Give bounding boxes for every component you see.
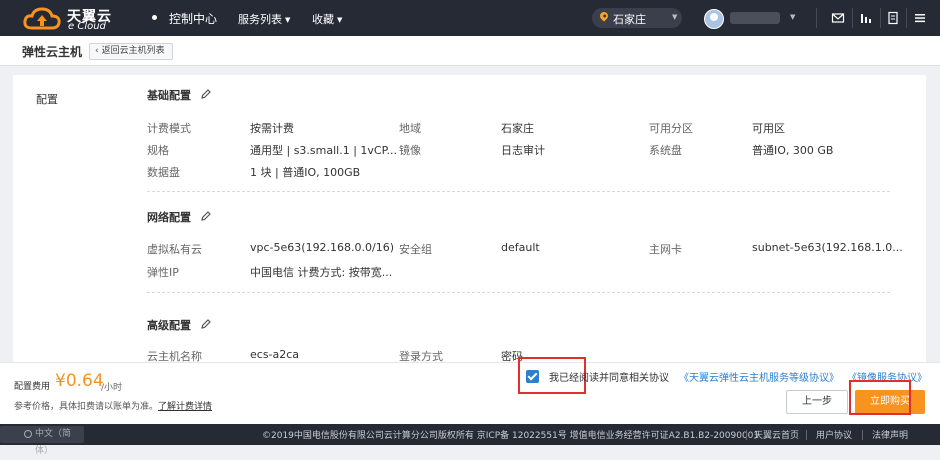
- edit-pencil-icon[interactable]: [200, 318, 212, 330]
- page-title: 弹性云主机: [22, 45, 83, 59]
- site-footer: 中文（简体） ©2019中国电信股份有限公司云计算分公司版权所有 京ICP备 1…: [0, 424, 940, 456]
- footer-link-user-agreement[interactable]: 用户协议: [816, 428, 852, 441]
- section-divider: [147, 191, 890, 192]
- footer-divider: [862, 430, 863, 440]
- hamburger-menu-icon[interactable]: [913, 11, 927, 25]
- toolbar-divider: [906, 8, 907, 28]
- section-divider: [147, 292, 890, 293]
- field-key: 地域: [399, 122, 421, 135]
- field-value: 可用区: [752, 122, 785, 135]
- field-key: 云主机名称: [147, 350, 202, 362]
- field-value: 按需计费: [250, 122, 294, 135]
- mail-icon[interactable]: [831, 11, 845, 25]
- field-key: 可用分区: [649, 122, 693, 135]
- chevron-left-icon: ‹: [95, 46, 99, 56]
- toolbar-divider: [852, 8, 853, 28]
- document-icon[interactable]: [886, 11, 900, 25]
- back-to-list-button[interactable]: ‹ 返回云主机列表: [89, 43, 173, 60]
- field-key: 登录方式: [399, 350, 443, 362]
- config-label: 配置: [36, 93, 58, 106]
- nav-dot-separator: [152, 15, 157, 20]
- nav-control-center[interactable]: 控制中心: [169, 10, 217, 27]
- nav-favorites[interactable]: 收藏 ▼: [312, 11, 342, 27]
- highlight-annotation-box: [849, 380, 911, 415]
- footer-link-legal[interactable]: 法律声明: [872, 428, 908, 441]
- field-key: 系统盘: [649, 144, 682, 157]
- toolbar-divider: [816, 8, 817, 28]
- field-key: 计费模式: [147, 122, 191, 135]
- field-value: 石家庄: [501, 122, 534, 135]
- top-nav-bar: 天翼云 e Cloud 控制中心 服务列表 ▼ 收藏 ▼ 石家庄 ▼ ▼: [0, 0, 940, 36]
- chevron-down-icon: ▼: [337, 16, 343, 24]
- field-value: 日志审计: [501, 144, 545, 157]
- field-value: 1 块 | 普通IO, 100GB: [250, 166, 361, 179]
- previous-step-button[interactable]: 上一步: [786, 390, 848, 414]
- location-pin-icon: [598, 10, 610, 22]
- cloud-logo-icon: [23, 7, 61, 30]
- globe-icon: [24, 430, 32, 438]
- tianyi-cloud-logo[interactable]: 天翼云 e Cloud: [22, 4, 142, 32]
- user-avatar[interactable]: [704, 9, 724, 29]
- advanced-config-title: 高级配置: [147, 319, 191, 332]
- field-key: 数据盘: [147, 166, 180, 179]
- field-value: 普通IO, 300 GB: [752, 144, 834, 157]
- field-value: default: [501, 241, 540, 254]
- footer-divider: [806, 430, 807, 440]
- toolbar-divider: [880, 8, 881, 28]
- chevron-down-icon: ▼: [672, 13, 678, 21]
- page-header: 弹性云主机 ‹ 返回云主机列表: [0, 36, 940, 66]
- field-key: 镜像: [399, 144, 421, 157]
- region-name: 石家庄: [613, 13, 646, 26]
- language-selector[interactable]: 中文（简体）: [0, 426, 84, 456]
- field-key: 虚拟私有云: [147, 243, 202, 256]
- agree-text[interactable]: 我已经阅读并同意相关协议: [549, 369, 669, 384]
- nav-favorites-label: 收藏: [312, 13, 334, 26]
- copyright-text: ©2019中国电信股份有限公司云计算分公司版权所有 京ICP备 12022551…: [262, 431, 760, 441]
- sla-agreement-link[interactable]: 《天翼云弹性云主机服务等级协议》: [679, 369, 839, 384]
- fee-amount: ¥0.64: [55, 371, 104, 391]
- field-key: 主网卡: [649, 243, 682, 256]
- back-button-label: 返回云主机列表: [101, 46, 165, 56]
- field-value: ecs-a2ca: [250, 348, 300, 361]
- field-key: 弹性IP: [147, 266, 179, 279]
- field-key: 安全组: [399, 243, 432, 256]
- region-selector[interactable]: 石家庄 ▼: [592, 8, 682, 28]
- field-value: subnet-5e63(192.168.1.0...: [752, 241, 903, 254]
- fee-unit: /小时: [101, 383, 123, 393]
- fee-label: 配置费用: [14, 382, 51, 392]
- bar-chart-icon[interactable]: [859, 11, 873, 25]
- edit-pencil-icon[interactable]: [200, 210, 212, 222]
- field-value: 中国电信 计费方式: 按带宽...: [250, 266, 393, 279]
- nav-service-list[interactable]: 服务列表 ▼: [238, 11, 290, 27]
- edit-pencil-icon[interactable]: [200, 88, 212, 100]
- logo-text-en: e Cloud: [68, 21, 106, 32]
- user-name-blurred[interactable]: [730, 12, 780, 24]
- footer-link-home[interactable]: 天翼云首页: [754, 428, 799, 441]
- footer-divider: [746, 430, 747, 440]
- network-config-title: 网络配置: [147, 211, 191, 224]
- field-value: vpc-5e63(192.168.0.0/16): [250, 241, 395, 254]
- language-label: 中文（简体）: [35, 429, 72, 456]
- nav-service-list-label: 服务列表: [238, 13, 282, 26]
- chevron-down-icon[interactable]: ▼: [790, 13, 795, 21]
- fee-note: 参考价格，具体扣费请以账单为准。: [14, 402, 159, 412]
- field-value: 通用型 | s3.small.1 | 1vCP...: [250, 144, 398, 157]
- field-key: 规格: [147, 144, 169, 157]
- config-summary-panel: 配置 基础配置 计费模式 按需计费 地域 石家庄 可用分区 可用区 规格 通用型…: [13, 75, 926, 362]
- chevron-down-icon: ▼: [285, 16, 291, 24]
- billing-details-link[interactable]: 了解计费详情: [158, 399, 212, 412]
- basic-config-title: 基础配置: [147, 89, 191, 102]
